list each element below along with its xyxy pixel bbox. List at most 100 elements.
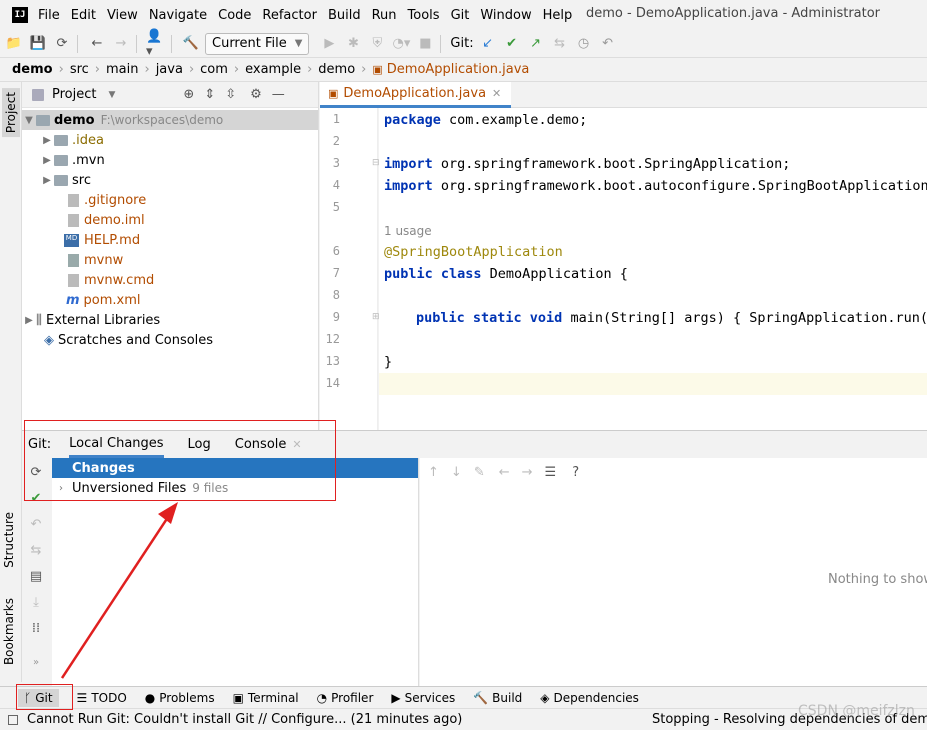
project-view-selector[interactable]: Project	[52, 87, 96, 102]
user-icon[interactable]: 👤▾	[146, 29, 166, 59]
breadcrumb-item[interactable]: java	[156, 62, 183, 77]
download-icon[interactable]: ⤓	[26, 592, 46, 612]
status-message[interactable]: Cannot Run Git: Couldn't install Git // …	[27, 712, 462, 727]
menu-help[interactable]: Help	[543, 8, 573, 23]
chevron-down-icon[interactable]: ▼	[108, 90, 115, 100]
menu-code[interactable]: Code	[218, 8, 251, 23]
chevron-right-icon[interactable]: ▶	[40, 155, 54, 166]
bookmarks-tool-tab[interactable]: Bookmarks	[2, 598, 16, 665]
build-hammer-icon[interactable]: 🔨	[181, 34, 201, 54]
menu-edit[interactable]: Edit	[71, 8, 96, 23]
group-by-icon[interactable]: ⁞⁞	[26, 618, 46, 638]
shelve-icon[interactable]: ▤	[26, 566, 46, 586]
close-icon[interactable]: ✕	[492, 87, 501, 100]
menu-tools[interactable]: Tools	[408, 8, 440, 23]
refresh-icon[interactable]: ⟳	[26, 462, 46, 482]
tree-item-scratches[interactable]: ◈ Scratches and Consoles	[22, 330, 318, 350]
tool-tab-profiler[interactable]: ◔ Profiler	[317, 691, 374, 705]
chevron-right-icon[interactable]: ▶	[40, 135, 54, 146]
chevron-right-icon[interactable]: ▶	[22, 315, 36, 326]
diff-icon[interactable]: ⇆	[26, 540, 46, 560]
editor-tab-demoapplication[interactable]: ▣ DemoApplication.java ✕	[320, 82, 512, 108]
tree-root-demo[interactable]: ▼ demo F:\workspaces\demo	[22, 110, 318, 130]
forward-arrow-icon[interactable]: →	[522, 465, 533, 480]
chevron-right-icon[interactable]: ›	[54, 483, 68, 494]
tool-tab-todo[interactable]: ☰ TODO	[77, 691, 127, 705]
usage-hint[interactable]: 1 usage	[384, 224, 432, 238]
git-commit-icon[interactable]: ✔	[502, 34, 522, 54]
tool-tab-dependencies[interactable]: ◈ Dependencies	[540, 691, 639, 705]
code-editor[interactable]: package com.example.demo; import org.spr…	[379, 108, 927, 430]
changes-changelist[interactable]: Changes	[52, 458, 418, 478]
breadcrumb-item[interactable]: com	[200, 62, 228, 77]
back-arrow-icon[interactable]: ←	[499, 465, 510, 480]
tool-tab-build[interactable]: 🔨 Build	[473, 691, 522, 705]
git-push-icon[interactable]: ↗	[526, 34, 546, 54]
tree-item-mvnw[interactable]: mvnw	[22, 250, 318, 270]
breadcrumb-item[interactable]: demo	[318, 62, 355, 77]
chevron-down-icon[interactable]: ▼	[22, 115, 36, 126]
menu-git[interactable]: Git	[451, 8, 470, 23]
minimize-icon[interactable]: —	[272, 87, 285, 102]
edit-icon[interactable]: ✎	[474, 465, 485, 480]
save-all-icon[interactable]: 💾	[28, 34, 48, 54]
sync-icon[interactable]: ⟳	[52, 34, 72, 54]
structure-tool-tab[interactable]: Structure	[2, 512, 16, 568]
expand-all-icon[interactable]: ⇕	[204, 87, 215, 102]
git-history-icon[interactable]: ◷	[574, 34, 594, 54]
menu-window[interactable]: Window	[480, 8, 531, 23]
project-tool-tab[interactable]: Project	[2, 88, 20, 138]
coverage-icon[interactable]: ⛨	[367, 34, 387, 54]
tree-item-mvnw-cmd[interactable]: mvnw.cmd	[22, 270, 318, 290]
breadcrumb-item[interactable]: demo	[12, 62, 53, 77]
profile-icon[interactable]: ◔▾	[391, 34, 411, 54]
breadcrumb-item[interactable]: DemoApplication.java	[387, 62, 530, 77]
arrow-down-icon[interactable]: ↓	[451, 465, 462, 480]
tree-item-src[interactable]: ▶ src	[22, 170, 318, 190]
tree-item-idea[interactable]: ▶ .idea	[22, 130, 318, 150]
menu-build[interactable]: Build	[328, 8, 361, 23]
tree-item-external-libraries[interactable]: ▶ ⫼ External Libraries	[22, 310, 318, 330]
breadcrumb-item[interactable]: example	[245, 62, 301, 77]
tree-item-mvn[interactable]: ▶ .mvn	[22, 150, 318, 170]
tree-item-help-md[interactable]: MD HELP.md	[22, 230, 318, 250]
run-icon[interactable]: ▶	[319, 34, 339, 54]
tool-tab-terminal[interactable]: ▣ Terminal	[233, 691, 299, 705]
tab-console[interactable]: Console	[235, 437, 287, 452]
back-arrow-icon[interactable]: ←	[87, 34, 107, 54]
close-icon[interactable]: ✕	[292, 438, 301, 451]
menu-run[interactable]: Run	[372, 8, 397, 23]
tool-tab-services[interactable]: ▶ Services	[391, 691, 455, 705]
git-compare-icon[interactable]: ⇆	[550, 34, 570, 54]
arrow-up-icon[interactable]: ↑	[428, 465, 439, 480]
menu-refactor[interactable]: Refactor	[262, 8, 317, 23]
rollback-icon[interactable]: ↶	[26, 514, 46, 534]
menu-file[interactable]: File	[38, 8, 60, 23]
git-rollback-icon[interactable]: ↶	[598, 34, 618, 54]
stop-icon[interactable]: ■	[415, 34, 435, 54]
git-update-icon[interactable]: ↙	[478, 34, 498, 54]
tab-local-changes[interactable]: Local Changes	[69, 431, 164, 458]
list-menu-icon[interactable]: ☰	[545, 465, 557, 480]
gear-icon[interactable]: ⚙	[250, 87, 262, 102]
tab-log[interactable]: Log	[188, 437, 211, 452]
breadcrumb-item[interactable]: main	[106, 62, 138, 77]
menu-view[interactable]: View	[107, 8, 138, 23]
debug-icon[interactable]: ✱	[343, 34, 363, 54]
more-icon[interactable]: »	[26, 652, 46, 672]
tree-item-gitignore[interactable]: .gitignore	[22, 190, 318, 210]
locate-icon[interactable]: ⊕	[183, 87, 194, 102]
breadcrumb-item[interactable]: src	[70, 62, 89, 77]
commit-check-icon[interactable]: ✔	[26, 488, 46, 508]
run-config-select[interactable]: Current File ▼	[205, 32, 310, 55]
forward-arrow-icon[interactable]: →	[111, 34, 131, 54]
tree-item-pom-xml[interactable]: m pom.xml	[22, 290, 318, 310]
chevron-right-icon[interactable]: ▶	[40, 175, 54, 186]
menu-navigate[interactable]: Navigate	[149, 8, 207, 23]
tree-item-demo-iml[interactable]: demo.iml	[22, 210, 318, 230]
unversioned-files-node[interactable]: › Unversioned Files 9 files	[52, 478, 418, 498]
tool-tab-git[interactable]: ᚴ Git	[18, 688, 59, 707]
open-folder-icon[interactable]: 📁	[4, 34, 24, 54]
help-icon[interactable]: ?	[572, 465, 579, 480]
collapse-all-icon[interactable]: ⇳	[225, 87, 236, 102]
